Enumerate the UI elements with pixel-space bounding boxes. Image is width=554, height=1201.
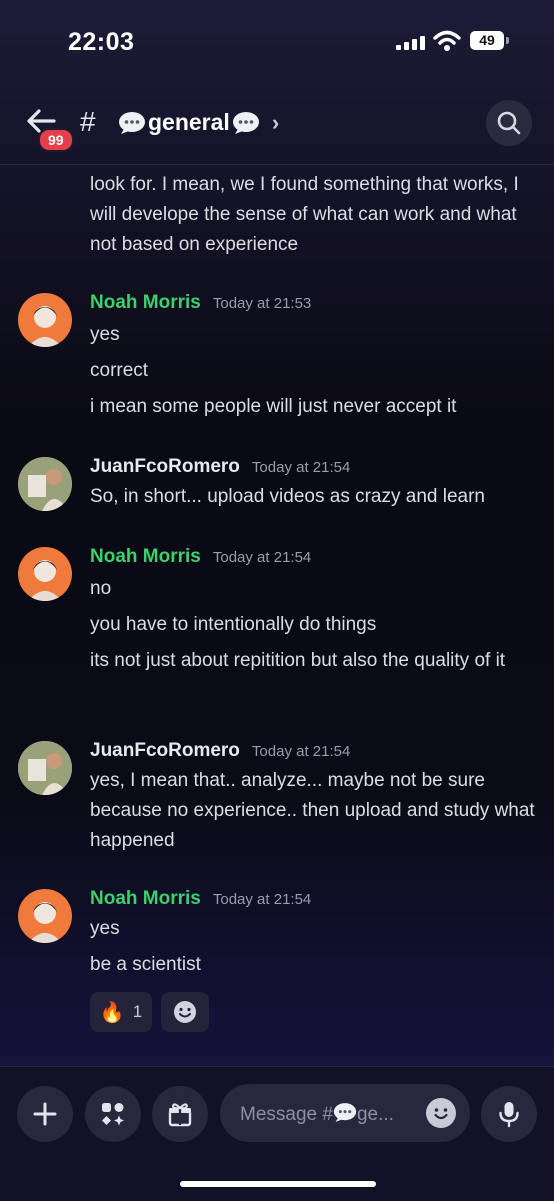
avatar[interactable]	[18, 293, 72, 347]
microphone-icon	[499, 1102, 519, 1128]
message-text: yes, I mean that.. analyze... maybe not …	[90, 770, 535, 851]
gift-button[interactable]	[152, 1086, 208, 1142]
status-time: 22:03	[68, 28, 135, 56]
message-timestamp: Today at 21:53	[212, 295, 312, 312]
message-timestamp: Today at 21:54	[212, 549, 312, 566]
home-indicator	[180, 1181, 376, 1187]
battery-indicator: 49	[470, 31, 504, 50]
author-name[interactable]: JuanFcoRomero	[90, 456, 240, 477]
fire-emoji-icon: 🔥	[99, 1001, 125, 1024]
cellular-signal-icon	[396, 34, 426, 50]
message-timestamp: Today at 21:54	[251, 743, 351, 760]
message-text: no	[90, 578, 112, 599]
speech-bubble-icon	[119, 111, 145, 134]
chevron-right-icon: ›	[271, 109, 280, 135]
channel-hash-icon: #	[80, 106, 96, 137]
author-name[interactable]: JuanFcoRomero	[90, 740, 240, 761]
message-text: be a scientist	[90, 954, 201, 975]
reaction-count: 1	[132, 1002, 143, 1021]
add-reaction-button[interactable]	[161, 992, 209, 1032]
message-text: i mean some people will just never accep…	[90, 396, 457, 417]
gift-icon	[168, 1103, 192, 1127]
message-input-placeholder: Message # ge...	[240, 1103, 394, 1125]
unread-badge: 99	[38, 128, 74, 152]
message-text: its not just about repitition but also t…	[90, 650, 506, 671]
speech-bubble-icon	[232, 111, 259, 134]
avatar[interactable]	[18, 547, 72, 601]
message-text: correct	[90, 360, 149, 381]
plus-icon	[33, 1102, 57, 1126]
channel-name: general	[148, 109, 230, 135]
avatar[interactable]	[18, 889, 72, 943]
apps-button[interactable]	[85, 1086, 141, 1142]
voice-message-button[interactable]	[481, 1086, 537, 1142]
status-bar: 22:03 49	[0, 0, 554, 84]
author-name[interactable]: Noah Morris	[90, 546, 201, 567]
apps-icon	[102, 1103, 124, 1126]
message-text: yes	[90, 324, 120, 345]
speech-bubble-icon	[333, 1103, 357, 1122]
channel-title[interactable]: general ›	[116, 109, 279, 136]
message-text: look for. I mean, we I found something t…	[90, 174, 519, 255]
channel-header: 99 # general ›	[0, 84, 554, 165]
message-text: yes	[90, 918, 120, 939]
add-reaction-icon	[174, 1001, 196, 1023]
message-timestamp: Today at 21:54	[212, 891, 312, 908]
author-name[interactable]: Noah Morris	[90, 292, 201, 313]
message-timestamp: Today at 21:54	[251, 459, 351, 476]
author-name[interactable]: Noah Morris	[90, 888, 201, 909]
add-attachment-button[interactable]	[17, 1086, 73, 1142]
wifi-icon	[433, 30, 461, 51]
emoji-button[interactable]	[426, 1098, 456, 1128]
reaction-chip[interactable]: 🔥 1	[90, 992, 152, 1032]
message-input[interactable]: Message # ge...	[220, 1084, 470, 1142]
message-text: you have to intentionally do things	[90, 614, 377, 635]
emoji-icon	[434, 1108, 448, 1120]
battery-tip	[506, 37, 509, 44]
search-button[interactable]	[486, 100, 532, 146]
search-icon	[497, 111, 521, 135]
message-text: So, in short... upload videos as crazy a…	[90, 486, 486, 507]
avatar[interactable]	[18, 741, 72, 795]
avatar[interactable]	[18, 457, 72, 511]
